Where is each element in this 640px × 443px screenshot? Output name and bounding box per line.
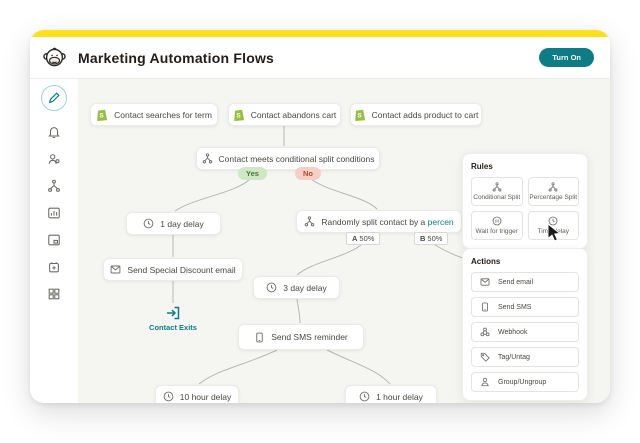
rule-tile-wait-for-trigger[interactable]: Wait for trigger bbox=[471, 211, 523, 240]
delay-3day-node[interactable]: 3 day delay bbox=[253, 276, 340, 299]
action-send-email[interactable]: Send email bbox=[471, 272, 579, 292]
svg-text:S: S bbox=[357, 112, 362, 119]
yes-branch-badge[interactable]: Yes bbox=[238, 167, 267, 180]
action-send-sms[interactable]: Send SMS bbox=[471, 297, 579, 317]
freddie-monkey-icon bbox=[42, 47, 66, 67]
delay-10hour-node[interactable]: 10 hour delay bbox=[155, 385, 239, 403]
trigger-node-abandon-cart[interactable]: S Contact abandons cart bbox=[228, 103, 341, 126]
nav-bell-icon[interactable] bbox=[46, 124, 62, 140]
webhook-icon bbox=[480, 327, 490, 337]
trigger-node-search[interactable]: S Contact searches for term bbox=[90, 103, 218, 126]
shopify-bag-icon: S bbox=[233, 109, 244, 121]
rules-panel-title: Rules bbox=[471, 162, 493, 171]
action-webhook[interactable]: Webhook bbox=[471, 322, 579, 342]
app-header: Marketing Automation Flows Turn On bbox=[30, 37, 610, 79]
flow-canvas[interactable]: S Contact searches for term S Contact ab… bbox=[78, 79, 610, 403]
nav-automation-split-icon[interactable] bbox=[46, 178, 62, 194]
pause-icon bbox=[492, 216, 502, 226]
node-label: Randomly split contact by a percen bbox=[321, 216, 454, 227]
split-icon bbox=[492, 182, 502, 192]
nav-website-browser-icon[interactable] bbox=[46, 232, 62, 248]
actions-panel-title: Actions bbox=[471, 257, 501, 266]
brand-yellow-bar bbox=[30, 30, 610, 37]
split-icon bbox=[202, 153, 212, 164]
tag-icon bbox=[480, 352, 490, 362]
actions-panel: Actions Send email Send SMS Webhook Tag/… bbox=[462, 248, 588, 401]
action-label: Group/Ungroup bbox=[498, 378, 547, 386]
node-label: 1 hour delay bbox=[376, 391, 423, 402]
tile-label: Percentage Split bbox=[529, 194, 578, 201]
split-icon bbox=[305, 216, 315, 227]
phone-icon bbox=[256, 332, 263, 342]
nav-audience-person-icon[interactable] bbox=[46, 151, 62, 167]
node-label: Send SMS reminder bbox=[271, 332, 348, 342]
random-split-node[interactable]: Randomly split contact by a percen bbox=[296, 210, 462, 233]
rule-tile-conditional-split[interactable]: Conditional Split bbox=[471, 177, 523, 206]
mouse-cursor bbox=[547, 223, 562, 242]
left-nav-sidebar bbox=[30, 79, 78, 403]
tile-label: Conditional Split bbox=[473, 194, 521, 201]
trigger-label: Contact searches for term bbox=[114, 109, 212, 120]
svg-text:S: S bbox=[236, 112, 241, 119]
nav-analytics-chart-icon[interactable] bbox=[46, 205, 62, 221]
tile-label: Wait for trigger bbox=[475, 228, 518, 235]
conditional-split-node[interactable]: Contact meets conditional split conditio… bbox=[196, 147, 380, 170]
envelope-icon bbox=[111, 265, 121, 274]
clock-icon bbox=[266, 282, 277, 293]
node-label: Send Special Discount email bbox=[127, 264, 236, 275]
node-label: 3 day delay bbox=[283, 282, 327, 293]
rule-tile-percentage-split[interactable]: Percentage Split bbox=[527, 177, 579, 206]
contact-exits-label: Contact Exits bbox=[149, 323, 197, 332]
page-title: Marketing Automation Flows bbox=[78, 49, 275, 66]
trigger-node-add-product[interactable]: S Contact adds product to cart bbox=[350, 103, 482, 126]
branch-b-badge[interactable]: B 50% bbox=[414, 232, 449, 245]
delay-1hour-node[interactable]: 1 hour delay bbox=[345, 385, 437, 403]
action-label: Tag/Untag bbox=[498, 353, 530, 361]
clock-icon bbox=[359, 391, 370, 402]
action-label: Webhook bbox=[498, 328, 528, 336]
turn-on-button[interactable]: Turn On bbox=[539, 48, 594, 67]
action-tag-untag[interactable]: Tag/Untag bbox=[471, 347, 579, 367]
mailchimp-logo[interactable] bbox=[30, 45, 78, 70]
node-label: 1 day delay bbox=[160, 218, 204, 229]
send-sms-node[interactable]: Send SMS reminder bbox=[238, 324, 364, 350]
send-email-node[interactable]: Send Special Discount email bbox=[103, 258, 243, 281]
no-branch-badge[interactable]: No bbox=[295, 167, 321, 180]
delay-1day-node[interactable]: 1 day delay bbox=[126, 212, 221, 235]
phone-icon bbox=[482, 302, 488, 312]
node-label: Contact meets conditional split conditio… bbox=[218, 153, 375, 164]
node-label: 10 hour delay bbox=[179, 391, 232, 402]
branch-a-badge[interactable]: A 50% bbox=[346, 232, 381, 245]
percentage-link: percen bbox=[427, 216, 454, 227]
nav-integrations-plus-icon[interactable] bbox=[46, 259, 62, 275]
clock-icon bbox=[143, 218, 154, 229]
action-label: Send SMS bbox=[498, 303, 532, 311]
app-window: Marketing Automation Flows Turn On S Con… bbox=[30, 30, 610, 403]
contact-exits: Contact Exits bbox=[138, 305, 208, 332]
envelope-icon bbox=[480, 278, 490, 286]
group-person-icon bbox=[481, 377, 489, 387]
shopify-bag-icon: S bbox=[97, 109, 108, 121]
shopify-bag-icon: S bbox=[354, 109, 365, 121]
action-label: Send email bbox=[498, 278, 534, 286]
trigger-label: Contact abandons cart bbox=[250, 109, 337, 120]
exit-icon bbox=[167, 306, 180, 320]
action-group-ungroup[interactable]: Group/Ungroup bbox=[471, 372, 579, 392]
svg-text:S: S bbox=[100, 112, 105, 119]
clock-icon bbox=[163, 391, 174, 402]
nav-apps-grid-icon[interactable] bbox=[46, 286, 62, 302]
split-icon bbox=[548, 182, 558, 192]
nav-create-pencil-icon[interactable] bbox=[41, 85, 67, 111]
trigger-label: Contact adds product to cart bbox=[371, 109, 479, 120]
rules-panel: Rules Conditional Split Percentage Split… bbox=[462, 153, 588, 249]
